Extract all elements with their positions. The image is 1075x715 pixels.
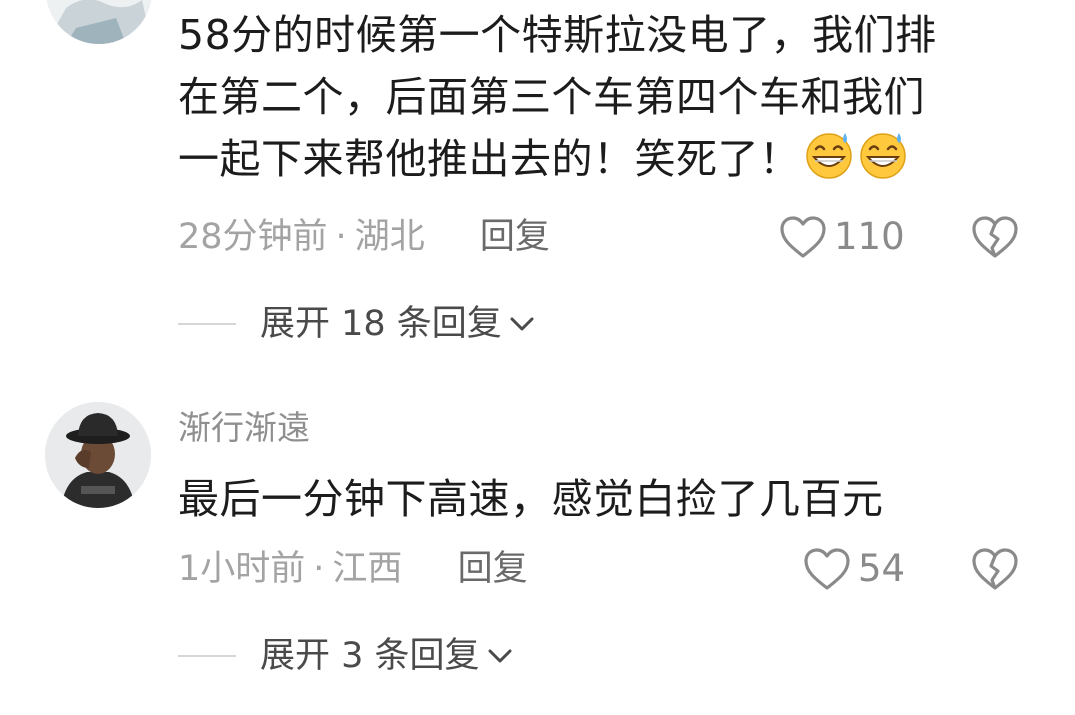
heart-icon <box>780 216 826 258</box>
like-button[interactable]: 54 <box>802 544 905 594</box>
reply-button[interactable]: 回复 <box>480 212 550 262</box>
broken-heart-icon <box>972 216 1018 258</box>
comment-text: 58分的时候第一个特斯拉没电了，我们排 在第二个，后面第三个车第四个车和我们 一… <box>178 4 937 190</box>
comment-meta: 28分钟前 · 湖北 回复 <box>178 212 550 262</box>
comment-location: 湖北 <box>354 217 425 257</box>
meta-separator: · <box>313 549 325 589</box>
comment-location: 江西 <box>332 549 403 589</box>
expand-replies-label: 展开 3 条回复 <box>260 636 480 676</box>
broken-heart-icon <box>972 548 1018 590</box>
comment-time: 1小时前 <box>178 549 306 589</box>
comment-meta: 1小时前 · 江西 回复 <box>178 544 528 594</box>
grin-sweat-emoji <box>803 129 855 181</box>
comment-text: 最后一分钟下高速，感觉白捡了几百元 <box>178 468 884 530</box>
comment-time: 28分钟前 <box>178 217 328 257</box>
like-count: 54 <box>858 547 906 590</box>
comment-text-line: 58分的时候第一个特斯拉没电了，我们排 <box>178 11 937 59</box>
dislike-button[interactable] <box>970 214 1020 260</box>
like-button[interactable]: 110 <box>778 212 905 262</box>
comment-text-line: 最后一分钟下高速，感觉白捡了几百元 <box>178 475 884 523</box>
expand-replies-label: 展开 18 条回复 <box>260 304 502 344</box>
grin-sweat-emoji <box>857 129 909 181</box>
divider <box>178 655 236 657</box>
dislike-button[interactable] <box>970 546 1020 592</box>
comment-text-line-with-emoji: 一起下来帮他推出去的！笑死了！ <box>178 128 937 190</box>
avatar[interactable] <box>45 402 151 508</box>
expand-replies-button[interactable]: 展开 18 条回复 <box>178 299 536 349</box>
chevron-down-icon <box>510 317 534 331</box>
reply-button[interactable]: 回复 <box>458 544 528 594</box>
avatar[interactable] <box>46 0 152 44</box>
expand-replies-button[interactable]: 展开 3 条回复 <box>178 631 514 681</box>
comment-username[interactable]: 渐行渐遠 <box>178 406 310 450</box>
comment-text-line: 在第二个，后面第三个车第四个车和我们 <box>178 73 925 121</box>
heart-icon <box>804 548 850 590</box>
meta-separator: · <box>335 217 347 257</box>
divider <box>178 323 236 325</box>
chevron-down-icon <box>488 649 512 663</box>
like-count: 110 <box>834 215 905 258</box>
comment-text-line: 一起下来帮他推出去的！笑死了！ <box>178 135 801 183</box>
